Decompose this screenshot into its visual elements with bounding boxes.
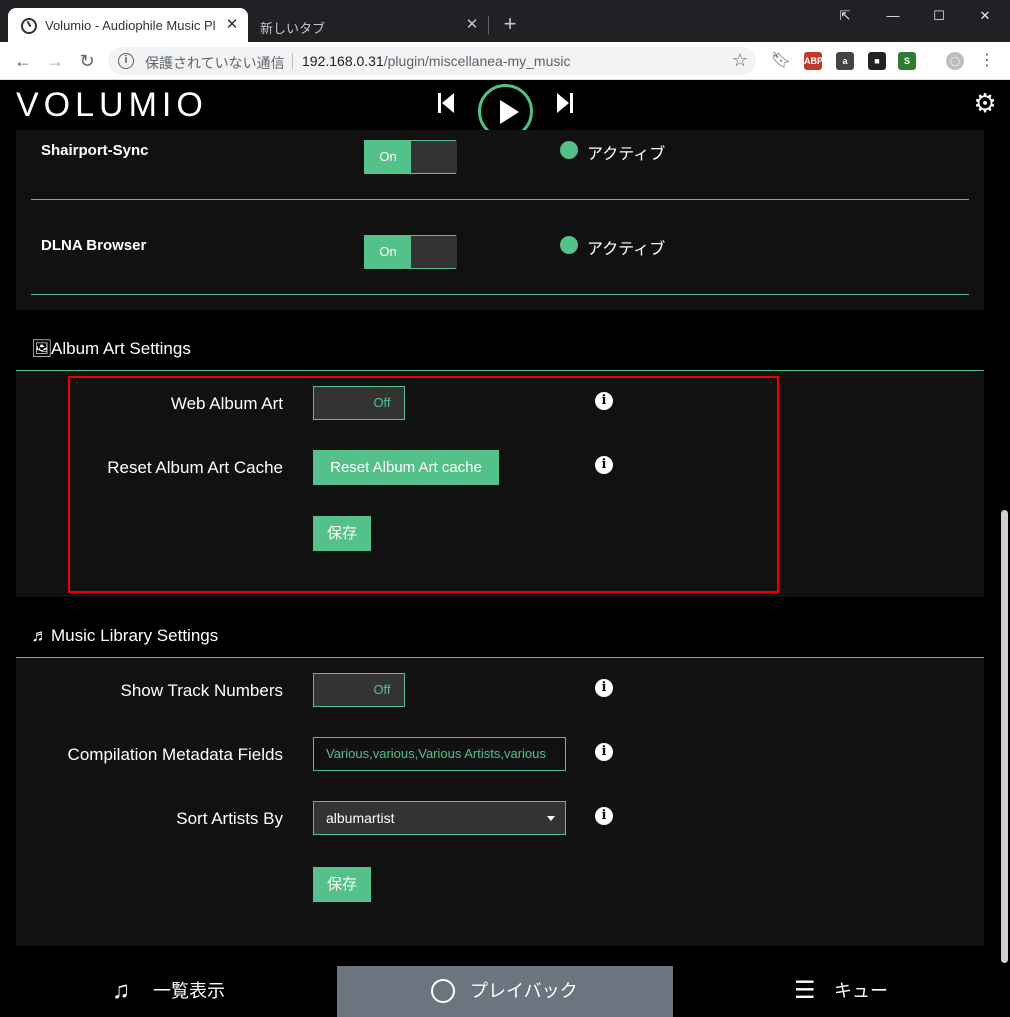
info-icon[interactable]: i	[118, 53, 134, 69]
browse-tab[interactable]: ♫ 一覧表示	[0, 966, 337, 1017]
bookmark-star-icon[interactable]: ☆	[732, 50, 748, 71]
settings-content: Shairport-Sync On アクティブ DLNA Browser On …	[0, 130, 998, 966]
list-icon: ☰	[794, 977, 816, 1004]
amazon-icon[interactable]: a	[836, 52, 854, 70]
new-tab-button[interactable]: +	[500, 13, 520, 35]
cast-icon[interactable]: ⇱	[822, 0, 868, 32]
toggle-off-label: Off	[373, 682, 391, 697]
toggle-knob	[411, 141, 457, 173]
music-library-section-title: ♬ Music Library Settings	[31, 626, 219, 646]
scrollbar[interactable]	[998, 130, 1010, 966]
url-text[interactable]: 192.168.0.31/plugin/miscellanea-my_music	[302, 53, 571, 69]
volumio-logo: VOLUMIO	[16, 86, 208, 124]
tab-separator	[488, 16, 489, 34]
tab-title: Volumio - Audiophile Music Pl	[45, 18, 216, 33]
compilation-fields-label: Compilation Metadata Fields	[67, 745, 283, 764]
queue-label: キュー	[834, 981, 888, 1001]
bottom-nav: ♫ 一覧表示 プレイバック ☰ キュー	[0, 966, 1010, 1017]
menu-icon[interactable]: ⋮	[976, 50, 998, 72]
settings-gear-icon[interactable]: ⚙	[972, 90, 998, 116]
music-note-icon: ♫	[112, 977, 130, 1004]
next-track-icon[interactable]	[556, 92, 574, 114]
toggle-knob	[411, 236, 457, 268]
volumio-header: VOLUMIO ⚙	[0, 80, 1010, 139]
album-art-section-title: 🖼︎Album Art Settings	[31, 339, 191, 359]
address-bar[interactable]: i 保護されていない通信 192.168.0.31/plugin/miscell…	[108, 47, 756, 75]
info-icon[interactable]: i	[595, 807, 613, 825]
toggle-on-label: On	[365, 236, 411, 268]
close-window-button[interactable]: ✕	[962, 0, 1008, 32]
volumio-favicon-icon	[21, 18, 37, 34]
toggle-knob	[314, 674, 360, 706]
music-library-save-button[interactable]: 保存	[313, 867, 371, 902]
tab-new[interactable]: 新しいタブ ✕	[248, 8, 488, 42]
info-icon[interactable]: i	[595, 743, 613, 761]
profile-icon[interactable]: ◯	[946, 52, 964, 70]
url-host: 192.168.0.31	[302, 53, 384, 69]
minimize-button[interactable]: —	[870, 0, 916, 32]
playback-clock-icon	[431, 979, 455, 1003]
forward-button[interactable]: →	[44, 50, 66, 72]
bookmark-icon[interactable]: 🔖︎	[770, 50, 792, 72]
status-dot-icon	[560, 236, 578, 254]
status-dot-icon	[560, 141, 578, 159]
show-track-numbers-label: Show Track Numbers	[120, 681, 284, 700]
tab-volumio[interactable]: Volumio - Audiophile Music Pl ✕	[8, 8, 248, 42]
security-label: 保護されていない通信	[145, 55, 285, 71]
queue-tab[interactable]: ☰ キュー	[673, 966, 1010, 1017]
highlight-box	[68, 376, 779, 593]
maximize-button[interactable]: ☐	[916, 0, 962, 32]
service-status: アクティブ	[587, 241, 666, 258]
services-panel: Shairport-Sync On アクティブ DLNA Browser On …	[16, 130, 984, 310]
show-track-numbers-toggle[interactable]: Off	[313, 673, 405, 707]
service-status: アクティブ	[587, 146, 666, 163]
toggle-on-label: On	[365, 141, 411, 173]
sort-artists-label: Sort Artists By	[176, 809, 283, 828]
image-icon: 🖼︎	[31, 339, 53, 358]
music-note-icon: ♬	[31, 626, 49, 645]
close-tab-icon[interactable]: ✕	[464, 17, 480, 33]
service-name: Shairport-Sync	[41, 142, 149, 159]
divider	[31, 199, 969, 200]
reload-button[interactable]: ↻	[76, 50, 98, 72]
browse-label: 一覧表示	[153, 981, 225, 1001]
info-icon[interactable]: i	[595, 679, 613, 697]
tab-title: 新しいタブ	[260, 21, 326, 36]
extension-dark-icon[interactable]: ■	[868, 52, 886, 70]
browser-titlebar: Volumio - Audiophile Music Pl ✕ 新しいタブ ✕ …	[0, 0, 1010, 42]
scrollbar-thumb[interactable]	[1001, 510, 1008, 963]
address-divider	[292, 53, 293, 69]
section-title-text: Music Library Settings	[51, 626, 219, 645]
dlna-toggle[interactable]: On	[364, 235, 457, 269]
service-name: DLNA Browser	[41, 237, 147, 254]
abp-icon[interactable]: ABP	[804, 52, 823, 70]
close-tab-icon[interactable]: ✕	[224, 17, 240, 33]
s-extension-icon[interactable]: S	[898, 52, 916, 70]
shairport-toggle[interactable]: On	[364, 140, 457, 174]
previous-track-icon[interactable]	[437, 92, 455, 114]
selected-value: albumartist	[326, 810, 395, 826]
section-title-text: Album Art Settings	[51, 339, 191, 358]
compilation-fields-input[interactable]: Various,various,Various Artists,various	[313, 737, 566, 771]
back-button[interactable]: ←	[12, 50, 34, 72]
url-path: /plugin/miscellanea-my_music	[383, 53, 571, 69]
chevron-down-icon	[547, 816, 555, 821]
divider	[31, 294, 969, 295]
music-library-panel: Show Track Numbers Off i Compilation Met…	[16, 658, 984, 946]
playback-tab[interactable]: プレイバック	[337, 966, 673, 1017]
browser-toolbar: ← → ↻ i 保護されていない通信 192.168.0.31/plugin/m…	[0, 42, 1010, 80]
playback-label: プレイバック	[470, 981, 578, 1001]
sort-artists-select[interactable]: albumartist	[313, 801, 566, 835]
